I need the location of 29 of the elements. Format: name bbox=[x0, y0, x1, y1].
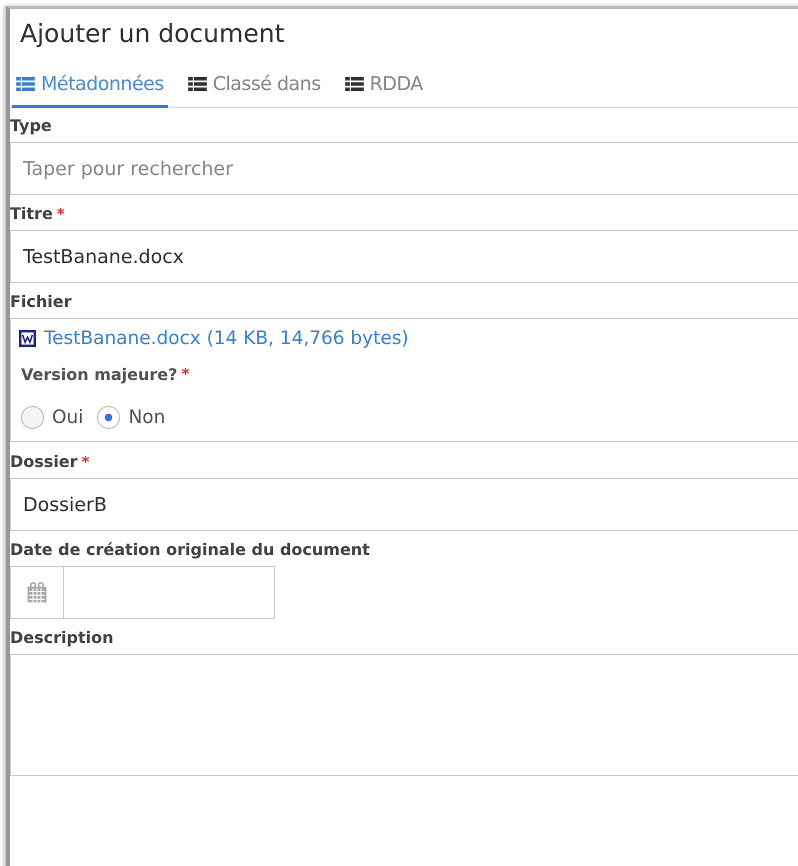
required-mark: * bbox=[82, 452, 90, 470]
list-icon bbox=[344, 77, 364, 91]
field-label: Fichier bbox=[10, 292, 72, 311]
search-field[interactable]: Taper pour rechercher bbox=[10, 142, 798, 195]
required-mark: * bbox=[181, 365, 190, 383]
tab[interactable]: RDDA bbox=[340, 65, 427, 108]
radio-label: Oui bbox=[52, 406, 84, 428]
tab[interactable]: Classé dans bbox=[184, 65, 325, 108]
file-link[interactable]: TestBanane.docx (14 KB, 14,766 bytes) bbox=[44, 328, 409, 348]
dialog-title: Ajouter un document bbox=[19, 18, 286, 50]
list-icon bbox=[16, 77, 35, 91]
date-field[interactable] bbox=[10, 566, 275, 619]
text-field[interactable]: TestBanane.docx bbox=[10, 230, 798, 283]
description-field[interactable] bbox=[10, 654, 798, 776]
field-label: Description bbox=[10, 628, 114, 647]
calendar-icon bbox=[26, 582, 48, 604]
document-icon bbox=[19, 330, 36, 346]
required-mark: * bbox=[56, 204, 65, 222]
radio-label: Non bbox=[128, 406, 166, 428]
field-label: Date de création originale du document bbox=[10, 540, 370, 559]
radio-button[interactable] bbox=[97, 406, 120, 428]
field-label: Version majeure? bbox=[21, 364, 178, 384]
field-label: Titre bbox=[10, 204, 53, 223]
field-label: Type bbox=[10, 116, 52, 135]
radio-button[interactable] bbox=[21, 406, 44, 428]
text-field[interactable]: DossierB bbox=[10, 478, 798, 531]
field-label: Dossier bbox=[10, 452, 78, 471]
tab[interactable]: Métadonnées bbox=[12, 65, 168, 108]
list-icon bbox=[188, 77, 207, 91]
